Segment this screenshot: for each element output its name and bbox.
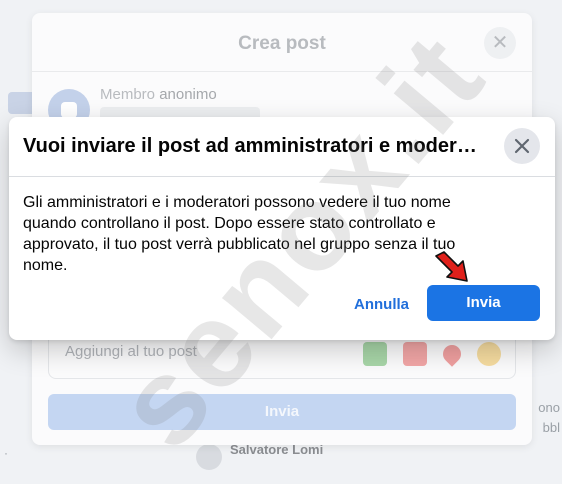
feed-text-fragment: ono (538, 400, 560, 415)
photo-icon[interactable] (363, 342, 387, 366)
send-button[interactable]: Invia (427, 285, 540, 321)
add-to-post-icons (363, 341, 501, 367)
create-post-submit-button[interactable]: Invia (48, 394, 516, 430)
create-post-close-button[interactable]: ✕ (484, 27, 516, 59)
anonymous-member-icon (61, 102, 77, 118)
feed-dot: · (4, 446, 8, 460)
send-to-admins-modal: Vuoi inviare il post ad amministratori e… (9, 117, 555, 340)
cancel-button[interactable]: Annulla (348, 288, 415, 322)
modal-title: Vuoi inviare il post ad amministratori e… (23, 135, 483, 157)
feeling-icon[interactable] (477, 342, 501, 366)
member-name: anonimo (159, 86, 217, 103)
member-label: Membro anonimo (100, 86, 217, 103)
feed-avatar (196, 444, 222, 470)
arrow-pointer-icon (435, 251, 468, 282)
close-button[interactable] (504, 128, 540, 164)
add-to-post-label: Aggiungi al tuo post (65, 343, 197, 360)
create-post-title: Crea post (238, 33, 326, 54)
close-icon (514, 138, 530, 154)
modal-header: Vuoi inviare il post ad amministratori e… (9, 117, 555, 177)
modal-body-text: Gli amministratori e i moderatori posson… (23, 194, 456, 274)
tag-people-icon[interactable] (403, 342, 427, 366)
divider (32, 71, 532, 72)
location-icon[interactable] (439, 341, 465, 367)
feed-text-fragment: bbl (542, 420, 560, 435)
member-prefix: Membro (100, 86, 156, 103)
